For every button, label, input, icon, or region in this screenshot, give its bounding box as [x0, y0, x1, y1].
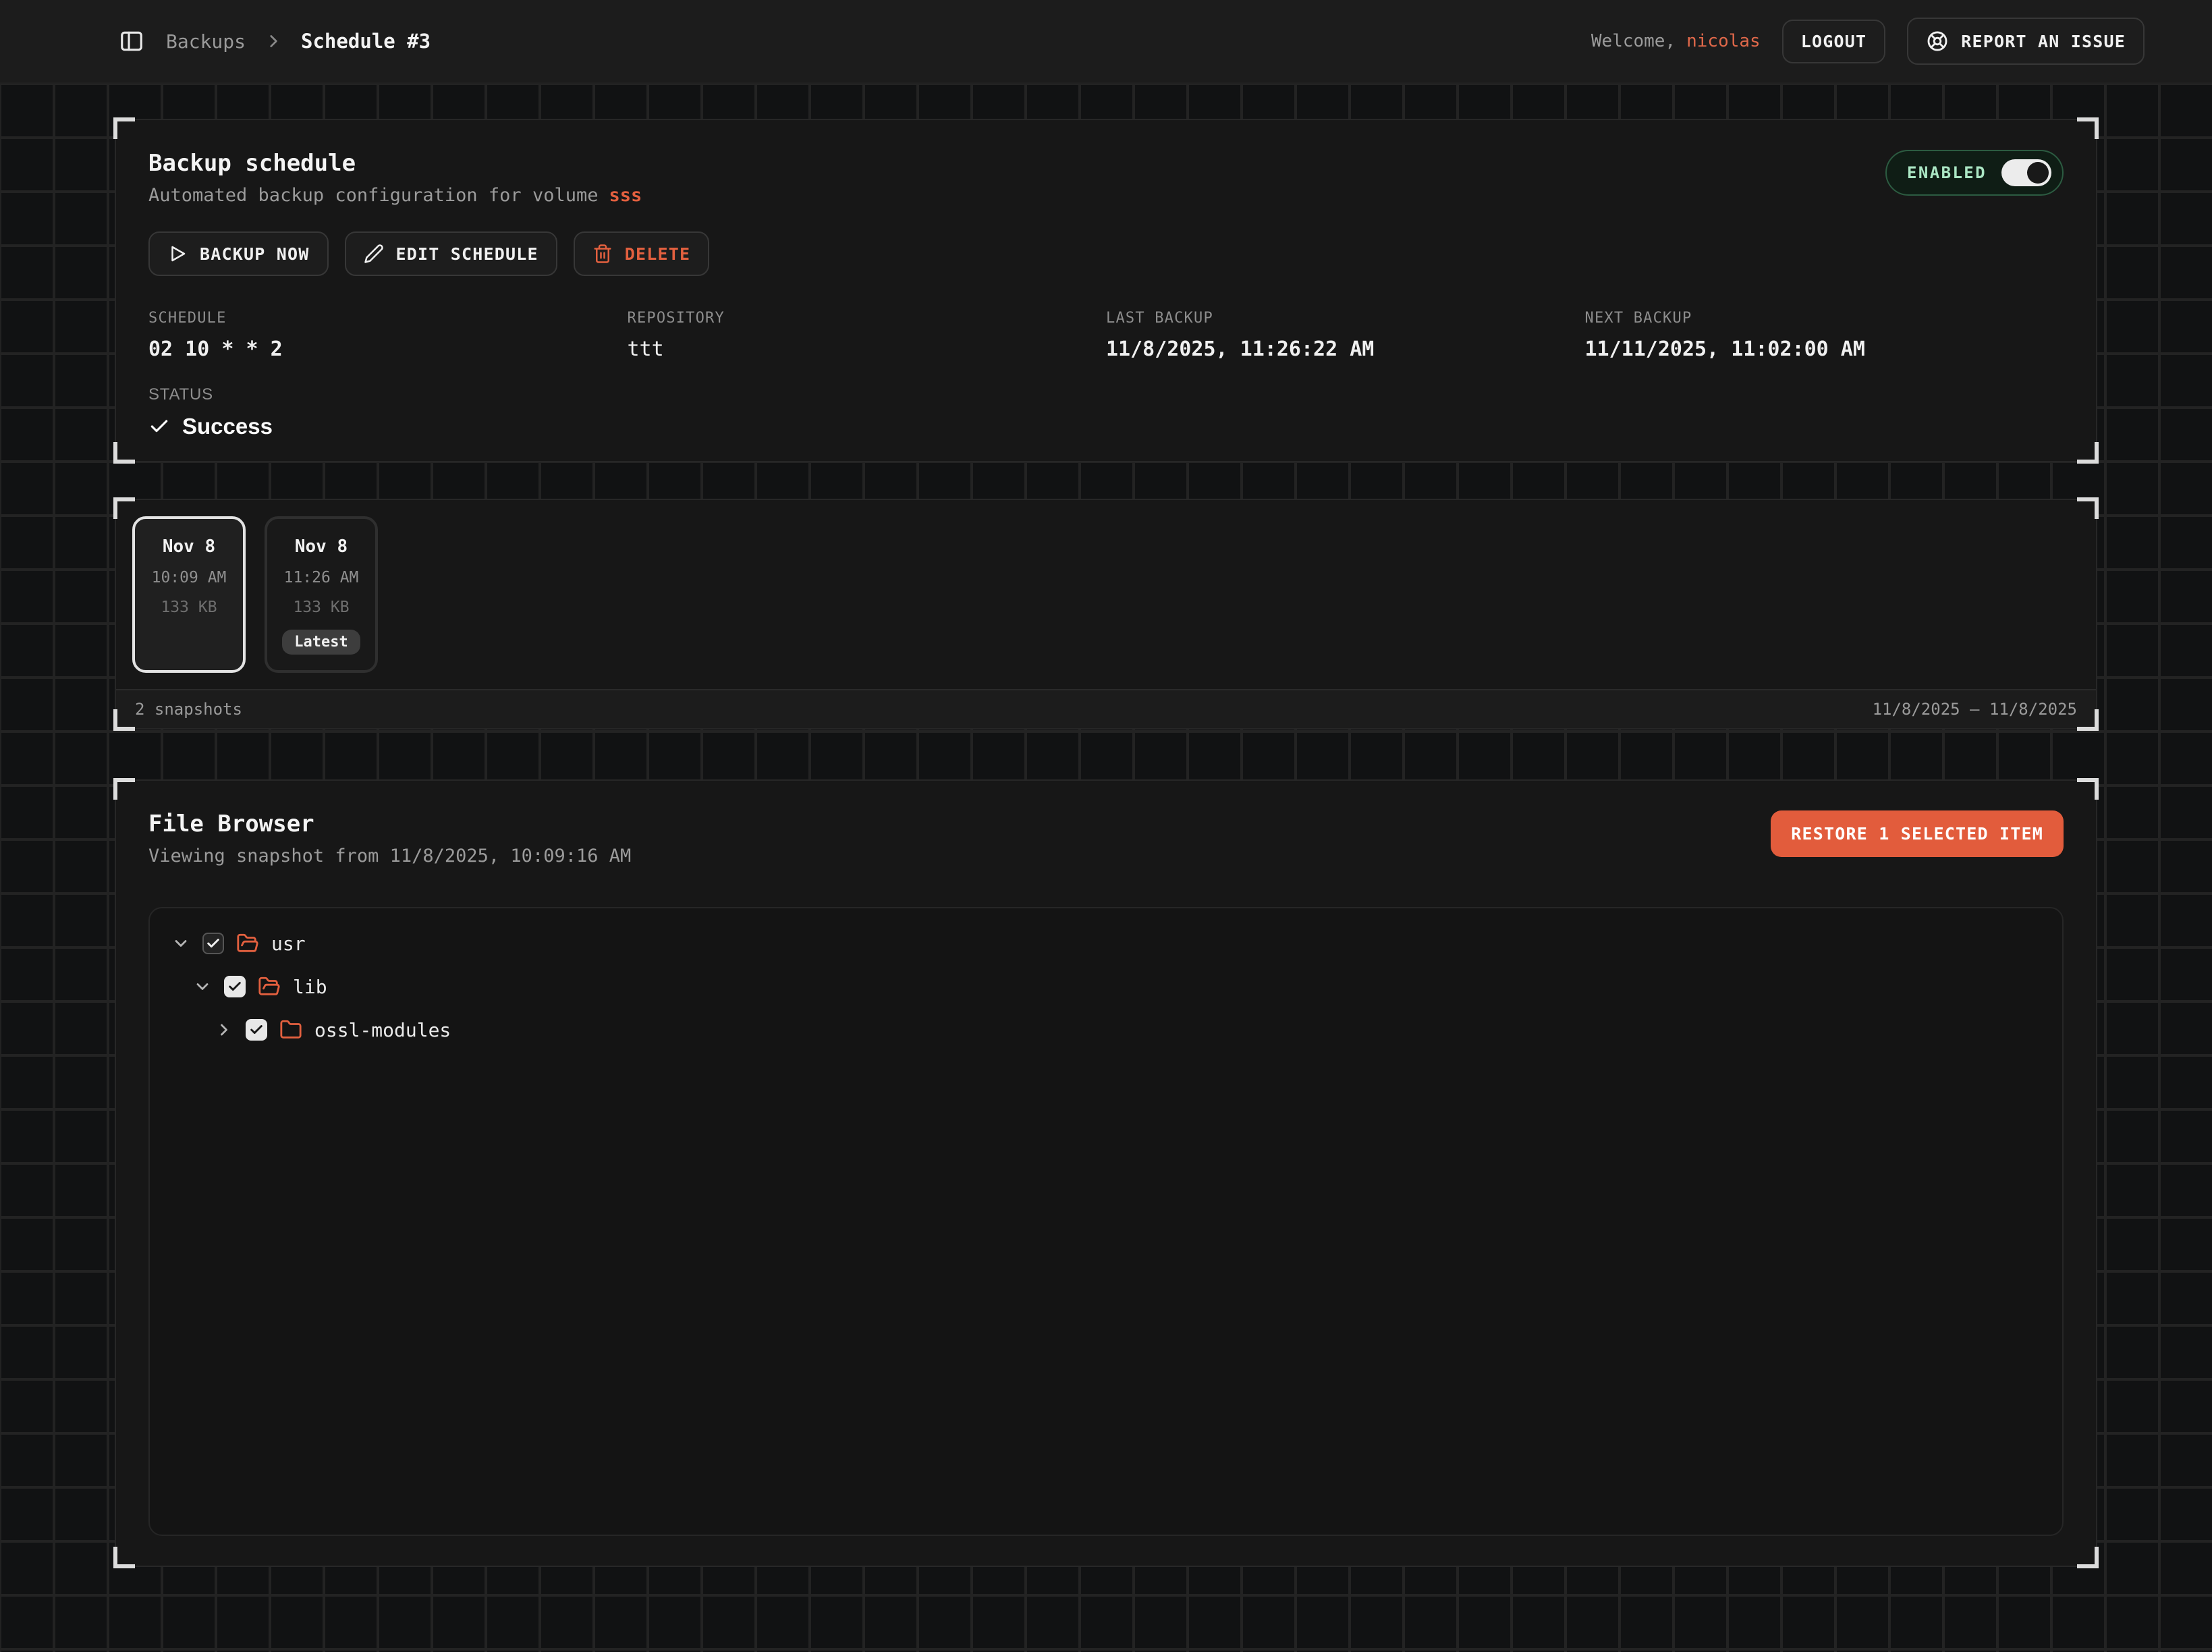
field-value: 11/11/2025, 11:02:00 AM: [1585, 337, 2064, 361]
top-bar: Backups Schedule #3 Welcome, nicolas LOGO…: [0, 0, 2212, 84]
file-tree: usr lib: [148, 907, 2064, 1536]
tree-row-usr[interactable]: usr: [166, 922, 2046, 965]
status-block: STATUS Success: [148, 385, 2064, 439]
corner-bracket: [2077, 778, 2099, 800]
welcome-prefix: Welcome,: [1591, 31, 1676, 51]
breadcrumb-backups-link[interactable]: Backups: [166, 30, 246, 53]
enabled-label: ENABLED: [1907, 163, 1987, 182]
snapshot-count: 2 snapshots: [135, 700, 242, 719]
snapshot-time: 11:26 AM: [284, 569, 359, 586]
backup-now-label: BACKUP NOW: [200, 244, 310, 264]
checkbox-lib[interactable]: [224, 976, 246, 997]
trash-icon: [592, 244, 613, 264]
sidebar-toggle-button[interactable]: [116, 26, 147, 57]
restore-selected-button[interactable]: RESTORE 1 SELECTED ITEM: [1771, 810, 2064, 857]
check-icon: [148, 416, 170, 437]
report-issue-button[interactable]: REPORT AN ISSUE: [1907, 18, 2145, 65]
field-schedule: SCHEDULE 02 10 * * 2: [148, 310, 628, 361]
corner-bracket: [113, 778, 135, 800]
field-last-backup: LAST BACKUP 11/8/2025, 11:26:22 AM: [1106, 310, 1585, 361]
snapshot-size: 133 KB: [293, 599, 349, 616]
tree-label: ossl-modules: [314, 1019, 451, 1041]
snapshot-date: Nov 8: [295, 536, 348, 557]
chevron-down-icon[interactable]: [193, 977, 212, 996]
snapshot-date-range: 11/8/2025 – 11/8/2025: [1873, 700, 2077, 719]
pencil-icon: [364, 244, 384, 264]
edit-schedule-button[interactable]: EDIT SCHEDULE: [345, 231, 557, 276]
schedule-fields: SCHEDULE 02 10 * * 2 REPOSITORY ttt LAST…: [148, 310, 2064, 361]
file-browser-subtitle: Viewing snapshot from 11/8/2025, 10:09:1…: [148, 846, 631, 866]
username: nicolas: [1686, 31, 1761, 51]
subtitle-prefix: Automated backup configuration for volum…: [148, 185, 598, 206]
file-browser-panel: File Browser Viewing snapshot from 11/8/…: [115, 779, 2097, 1567]
folder-open-icon: [258, 975, 281, 998]
status-value: Success: [182, 414, 273, 439]
snapshot-card-selected[interactable]: Nov 8 10:09 AM 133 KB: [132, 516, 246, 673]
snapshot-time: 10:09 AM: [152, 569, 227, 586]
chevron-right-icon[interactable]: [215, 1020, 233, 1039]
report-issue-label: REPORT AN ISSUE: [1961, 32, 2126, 51]
chevron-down-icon[interactable]: [171, 934, 190, 953]
field-value: 11/8/2025, 11:26:22 AM: [1106, 337, 1585, 361]
field-label: NEXT BACKUP: [1585, 310, 2064, 327]
corner-bracket: [2077, 442, 2099, 464]
field-value: ttt: [628, 337, 1107, 361]
snapshots-footer: 2 snapshots 11/8/2025 – 11/8/2025: [116, 689, 2096, 728]
play-icon: [167, 244, 188, 264]
corner-bracket: [113, 1547, 135, 1568]
snapshot-size: 133 KB: [161, 599, 217, 616]
lifebuoy-icon: [1926, 30, 1949, 53]
field-next-backup: NEXT BACKUP 11/11/2025, 11:02:00 AM: [1585, 310, 2064, 361]
latest-badge: Latest: [282, 630, 360, 655]
tree-label: lib: [293, 976, 327, 998]
snapshot-card[interactable]: Nov 8 11:26 AM 133 KB Latest: [265, 516, 378, 673]
snapshot-card-list: Nov 8 10:09 AM 133 KB Nov 8 11:26 AM 133…: [116, 500, 2096, 689]
welcome-text: Welcome, nicolas: [1591, 31, 1761, 51]
folder-icon: [279, 1018, 302, 1041]
toggle-knob: [2027, 162, 2049, 184]
folder-open-icon: [236, 932, 259, 955]
field-value: 02 10 * * 2: [148, 337, 628, 361]
breadcrumb: Backups Schedule #3: [116, 26, 431, 57]
backup-now-button[interactable]: BACKUP NOW: [148, 231, 329, 276]
page-background-grid: Backup schedule Automated backup configu…: [0, 84, 2212, 1652]
field-label: SCHEDULE: [148, 310, 628, 327]
edit-schedule-label: EDIT SCHEDULE: [396, 244, 538, 264]
chevron-right-icon: [265, 32, 282, 50]
backup-schedule-panel: Backup schedule Automated backup configu…: [115, 119, 2097, 462]
toggle-switch[interactable]: [2001, 159, 2051, 186]
checkbox-ossl-modules[interactable]: [246, 1019, 267, 1041]
volume-name: sss: [609, 185, 642, 206]
panel-subtitle: Automated backup configuration for volum…: [148, 185, 642, 206]
field-repository: REPOSITORY ttt: [628, 310, 1107, 361]
file-browser-title: File Browser: [148, 810, 631, 837]
corner-bracket: [2077, 117, 2099, 139]
checkbox-usr[interactable]: [202, 933, 224, 954]
field-label: LAST BACKUP: [1106, 310, 1585, 327]
field-label: REPOSITORY: [628, 310, 1107, 327]
corner-bracket: [113, 442, 135, 464]
panel-title: Backup schedule: [148, 150, 642, 177]
tree-row-ossl-modules[interactable]: ossl-modules: [166, 1008, 2046, 1051]
delete-button[interactable]: DELETE: [574, 231, 710, 276]
enabled-toggle[interactable]: ENABLED: [1885, 150, 2064, 196]
delete-label: DELETE: [625, 244, 691, 264]
breadcrumb-current-page: Schedule #3: [301, 30, 431, 53]
corner-bracket: [113, 117, 135, 139]
status-label: STATUS: [148, 385, 2064, 404]
logout-button[interactable]: LOGOUT: [1782, 20, 1886, 63]
panel-left-icon: [119, 28, 144, 54]
corner-bracket: [2077, 1547, 2099, 1568]
snapshots-panel: Nov 8 10:09 AM 133 KB Nov 8 11:26 AM 133…: [115, 499, 2097, 729]
snapshot-date: Nov 8: [163, 536, 215, 557]
tree-label: usr: [271, 933, 306, 955]
tree-row-lib[interactable]: lib: [166, 965, 2046, 1008]
